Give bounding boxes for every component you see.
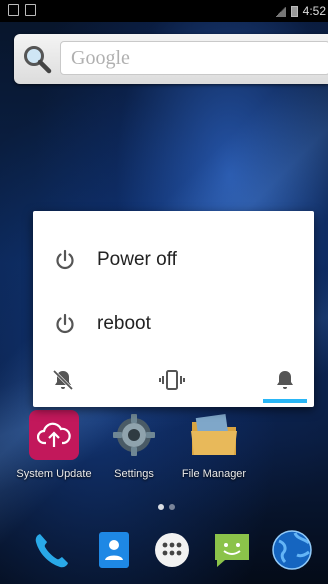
app-label: System Update [16,468,92,480]
power-off-label: Power off [97,249,177,270]
folder-icon [189,410,239,460]
power-icon [56,249,74,270]
cloud-upload-icon [29,410,79,460]
status-bar: 4:52 [0,0,328,22]
page-dot [169,504,175,510]
app-drawer-icon[interactable] [150,528,194,572]
reboot-label: reboot [97,313,151,334]
status-time: 4:52 [302,4,326,18]
sound-mode-button[interactable] [268,363,302,397]
bell-off-icon [52,369,74,391]
app-settings[interactable]: Settings [94,410,174,480]
dock [0,524,328,580]
vibrate-icon [159,370,185,390]
sound-mode-selector [33,357,314,407]
app-system-update[interactable]: System Update [14,410,94,480]
search-input[interactable]: Google [60,41,328,75]
app-label: Settings [114,468,154,480]
power-menu-dialog: Power off reboot [33,211,314,407]
phone-icon[interactable] [30,528,74,572]
page-dot-active [158,504,164,510]
globe-icon[interactable] [270,528,314,572]
mute-mode-button[interactable] [46,363,80,397]
home-apps: System Update Settings File Manager [0,410,328,490]
battery-icon [290,5,298,17]
app-file-manager[interactable]: File Manager [174,410,254,480]
image-notification-icon [8,4,19,16]
signal-icon [275,5,286,17]
bell-icon [277,371,293,389]
power-off-option[interactable]: Power off [33,230,314,290]
gear-icon [109,410,159,460]
power-icon [56,313,74,334]
app-label: File Manager [181,468,247,480]
page-indicator [158,504,175,510]
reboot-option[interactable]: reboot [33,294,314,354]
search-icon[interactable] [22,44,52,74]
google-search-widget[interactable]: Google [14,34,328,84]
messaging-icon[interactable] [210,528,254,572]
vibrate-mode-button[interactable] [155,363,189,397]
download-notification-icon [25,4,36,16]
contacts-icon[interactable] [92,528,136,572]
selected-mode-indicator [263,399,307,403]
